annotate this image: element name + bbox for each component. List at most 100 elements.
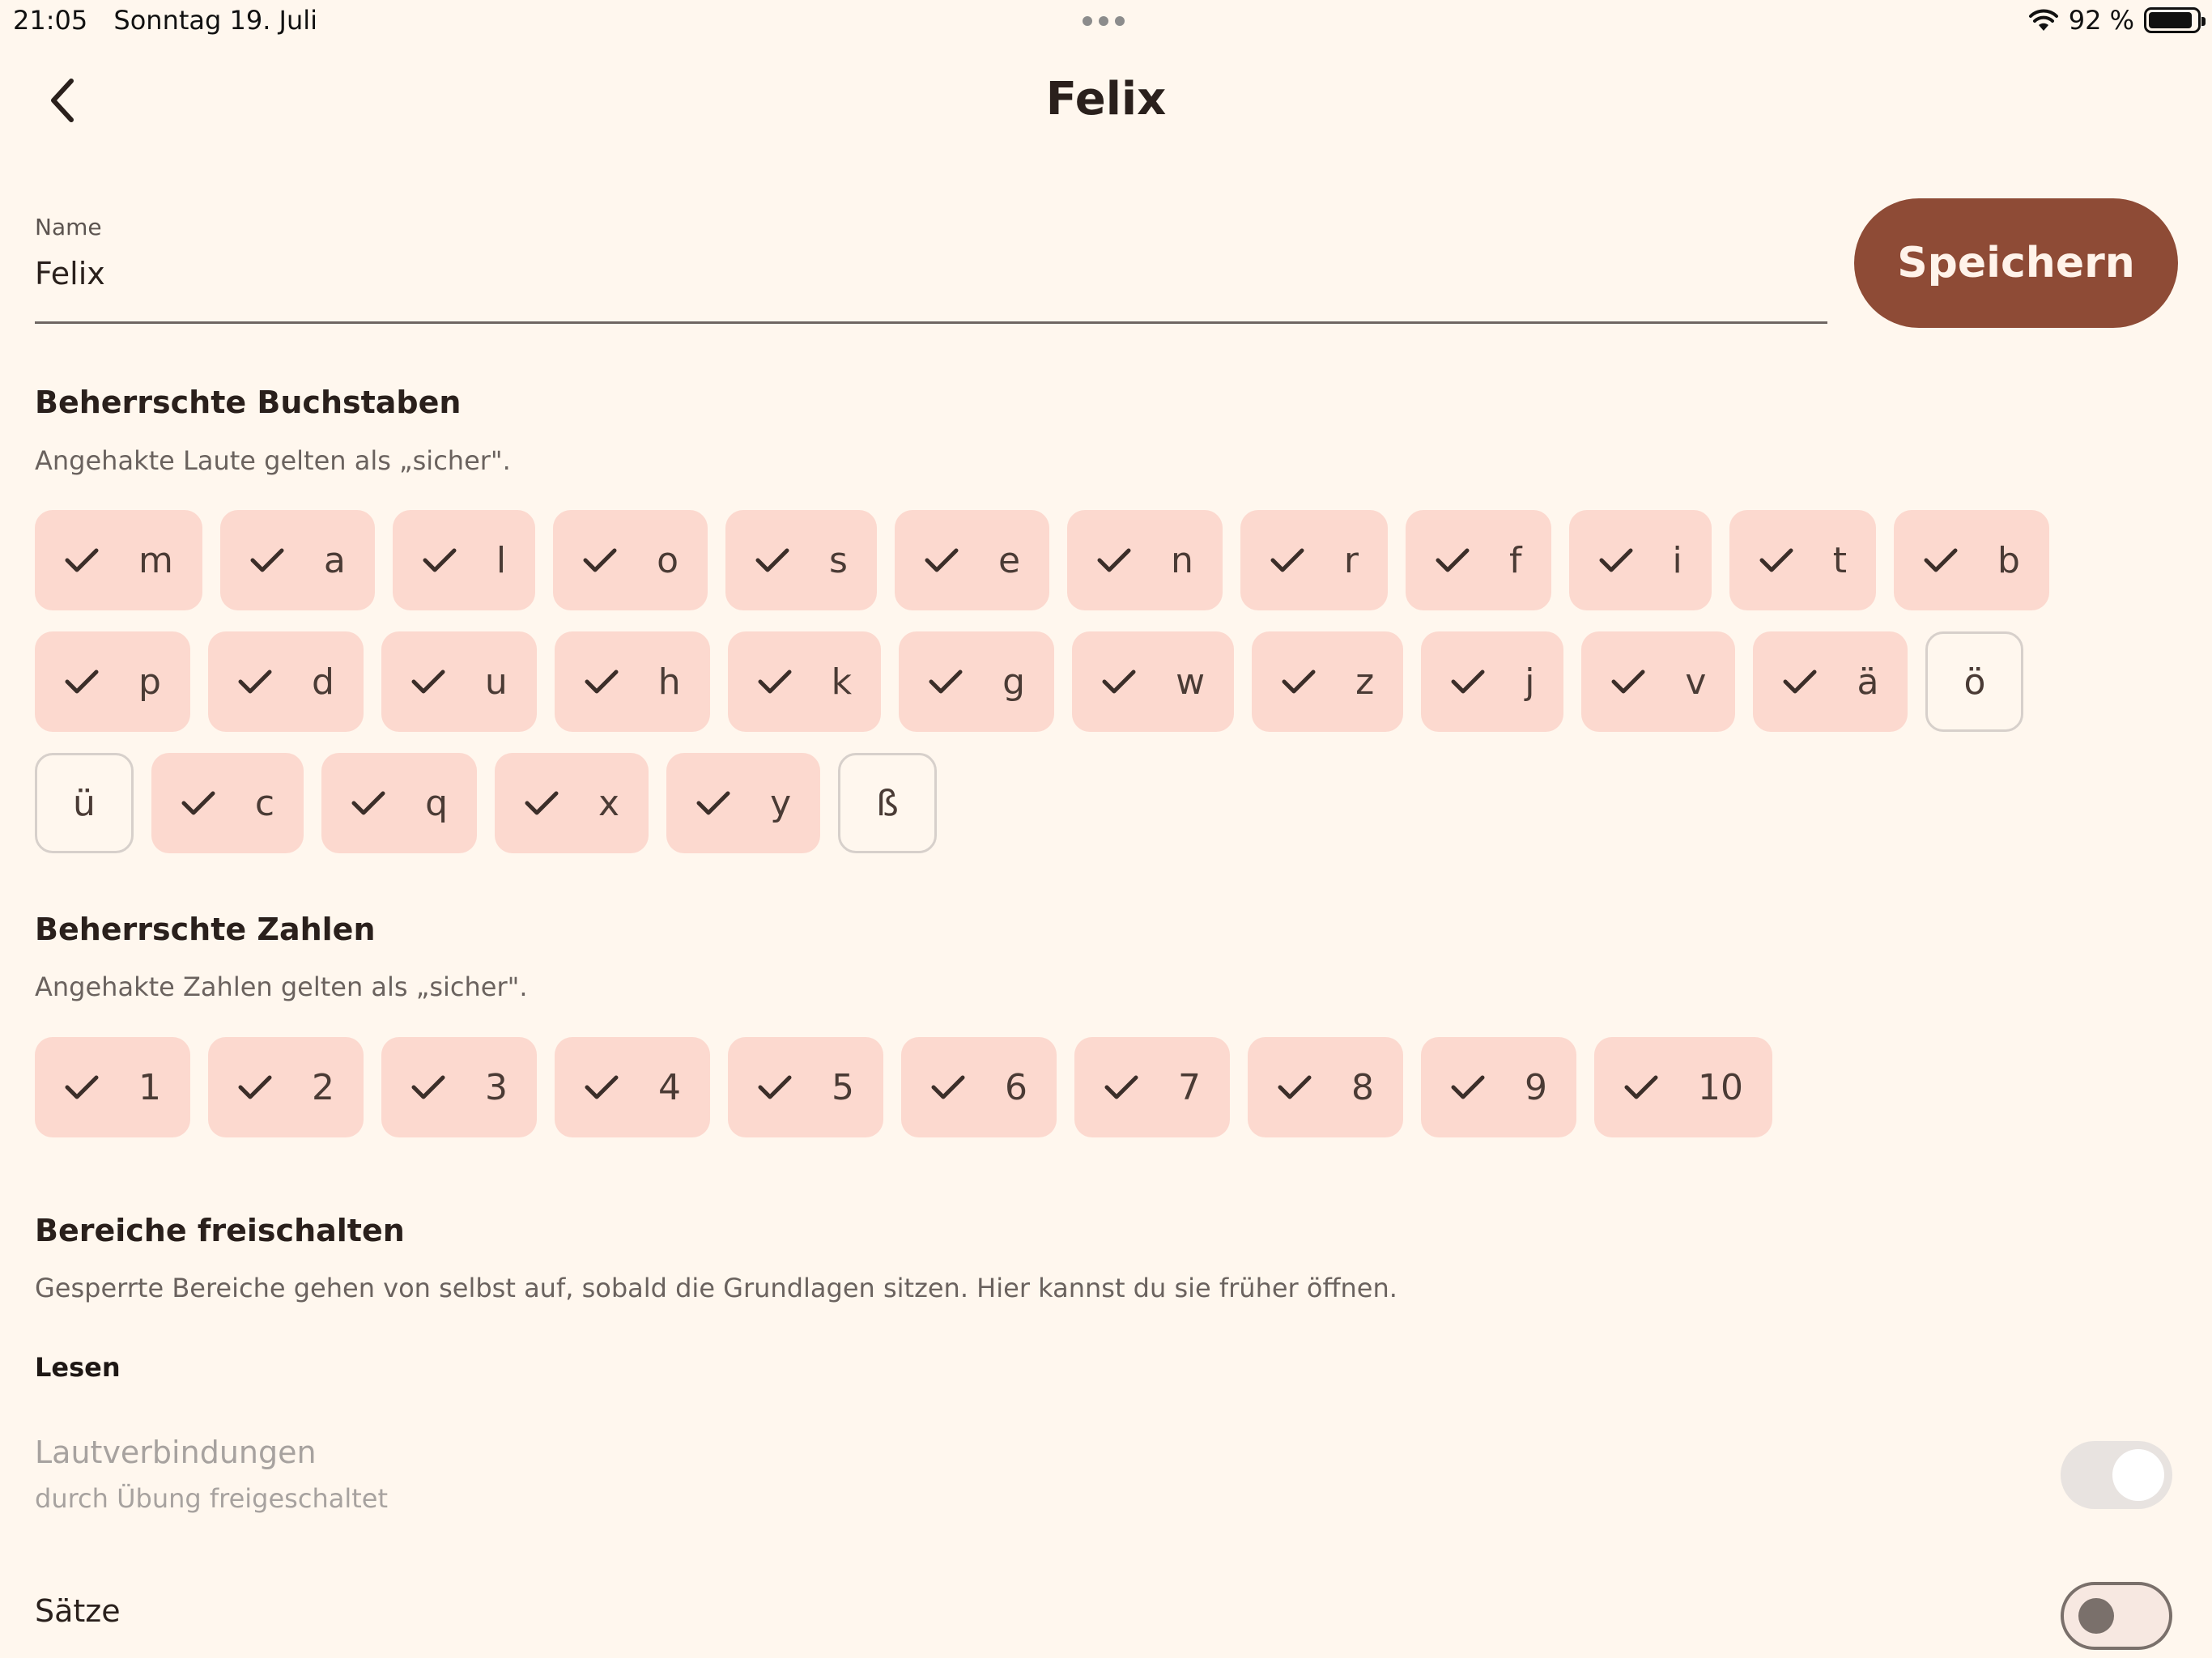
letter-chip-label: n [1171, 539, 1193, 581]
sentences-toggle[interactable] [2061, 1582, 2172, 1650]
letter-chip-label: s [829, 539, 848, 581]
checkmark-icon [1783, 670, 1817, 694]
letter-chip[interactable]: t [1729, 510, 1876, 610]
checkmark-icon [181, 791, 215, 815]
toggle-row-sentences: Sätze [35, 1582, 2172, 1650]
checkmark-icon [1097, 548, 1131, 572]
number-chip[interactable]: 4 [555, 1037, 710, 1137]
letter-chip[interactable]: b [1894, 510, 2049, 610]
checkmark-icon [238, 1075, 272, 1099]
save-button[interactable]: Speichern [1854, 198, 2178, 328]
number-chip[interactable]: 10 [1594, 1037, 1772, 1137]
letter-chip-label: l [496, 539, 507, 581]
letter-chip[interactable]: w [1072, 631, 1235, 732]
checkmark-icon [1104, 1075, 1138, 1099]
checkmark-icon [65, 548, 99, 572]
name-input[interactable] [35, 256, 1827, 291]
number-chip[interactable]: 5 [728, 1037, 883, 1137]
letter-chip[interactable]: z [1252, 631, 1404, 732]
letter-chip[interactable]: c [151, 753, 304, 853]
letter-chip[interactable]: j [1421, 631, 1564, 732]
letter-chip[interactable]: l [392, 510, 536, 610]
letter-chip[interactable]: o [553, 510, 708, 610]
name-field[interactable]: Name [35, 214, 1827, 324]
checkmark-icon [411, 1075, 445, 1099]
letter-chip-label: x [598, 782, 620, 824]
status-right: 92 % [2028, 5, 2206, 36]
letter-chip[interactable]: ß [838, 753, 937, 853]
letters-section-description: Angehakte Laute gelten als „sicher". [35, 445, 511, 476]
letter-chip[interactable]: m [35, 510, 202, 610]
number-chip[interactable]: 3 [381, 1037, 537, 1137]
battery-percentage: 92 % [2068, 5, 2134, 36]
letter-chip-label: o [657, 539, 678, 581]
multitasking-dots-icon[interactable] [1083, 16, 1125, 26]
letter-chip[interactable]: d [207, 631, 364, 732]
letter-chip-label: p [138, 661, 161, 703]
letter-chip[interactable]: ä [1753, 631, 1908, 732]
checkmark-icon [758, 1075, 792, 1099]
letter-chip-label: z [1355, 661, 1375, 703]
letter-chip[interactable]: g [899, 631, 1055, 732]
letter-chip-label: y [770, 782, 792, 824]
sound-combinations-toggle[interactable] [2061, 1441, 2172, 1509]
letter-chip[interactable]: ü [35, 753, 134, 853]
checkmark-icon [931, 1075, 965, 1099]
letter-chip[interactable]: e [894, 510, 1050, 610]
number-chip-label: 4 [658, 1066, 681, 1108]
letter-chip-label: e [998, 539, 1021, 581]
toggle-subtitle: durch Übung freigeschaltet [35, 1483, 388, 1514]
letter-chip[interactable]: q [321, 753, 478, 853]
checkmark-icon [1102, 670, 1136, 694]
unlock-section-title: Bereiche freischalten [35, 1213, 405, 1248]
page-title: Felix [1045, 73, 1167, 125]
letter-chip[interactable]: p [35, 631, 190, 732]
number-chip[interactable]: 2 [208, 1037, 364, 1137]
checkmark-icon [585, 670, 619, 694]
letter-chip[interactable]: i [1568, 510, 1712, 610]
battery-level [2149, 12, 2193, 28]
letter-chip-label: w [1176, 661, 1206, 703]
student-detail-screen: 21:05 Sonntag 19. Juli 92 % Felix Name S… [0, 0, 2212, 1658]
checkmark-icon [755, 548, 789, 572]
letter-chip[interactable]: n [1067, 510, 1223, 610]
number-chip[interactable]: 8 [1248, 1037, 1403, 1137]
number-chip[interactable]: 9 [1421, 1037, 1576, 1137]
letter-chip-label: i [1672, 539, 1682, 581]
letter-chip-label: q [425, 782, 449, 824]
checkmark-icon [1451, 1075, 1485, 1099]
checkmark-icon [758, 670, 792, 694]
number-chip-label: 6 [1005, 1066, 1027, 1108]
number-chip[interactable]: 6 [901, 1037, 1057, 1137]
letter-chip[interactable]: h [554, 631, 710, 732]
checkmark-icon [925, 548, 959, 572]
number-chip-label: 3 [485, 1066, 508, 1108]
checkmark-icon [696, 791, 730, 815]
letter-chip[interactable]: s [725, 510, 877, 610]
number-chip[interactable]: 1 [35, 1037, 190, 1137]
letter-chip[interactable]: x [495, 753, 649, 853]
checkmark-icon [65, 1075, 99, 1099]
letter-chip-label: a [323, 539, 346, 581]
number-chip[interactable]: 7 [1074, 1037, 1230, 1137]
name-field-label: Name [35, 214, 102, 240]
numbers-section-title: Beherrschte Zahlen [35, 912, 376, 947]
toggle-title: Lautverbindungen [35, 1435, 317, 1470]
checkmark-icon [1599, 548, 1632, 572]
letter-chip[interactable]: f [1406, 510, 1551, 610]
letter-chip[interactable]: k [727, 631, 882, 732]
letter-chip[interactable]: u [381, 631, 537, 732]
letter-chip-label: g [1002, 661, 1026, 703]
number-chip-label: 7 [1178, 1066, 1201, 1108]
wifi-icon [2028, 9, 2058, 31]
letter-chip[interactable]: ö [1925, 631, 2024, 732]
number-chip-label: 9 [1525, 1066, 1547, 1108]
checkmark-icon [525, 791, 559, 815]
letter-chip[interactable]: a [219, 510, 375, 610]
letter-chip[interactable]: y [666, 753, 821, 853]
letter-chip[interactable]: v [1581, 631, 1736, 732]
letter-chip-label: ß [876, 782, 899, 824]
status-bar: 21:05 Sonntag 19. Juli 92 % [0, 0, 2212, 40]
letter-chip[interactable]: r [1240, 510, 1388, 610]
number-chip-label: 8 [1351, 1066, 1374, 1108]
